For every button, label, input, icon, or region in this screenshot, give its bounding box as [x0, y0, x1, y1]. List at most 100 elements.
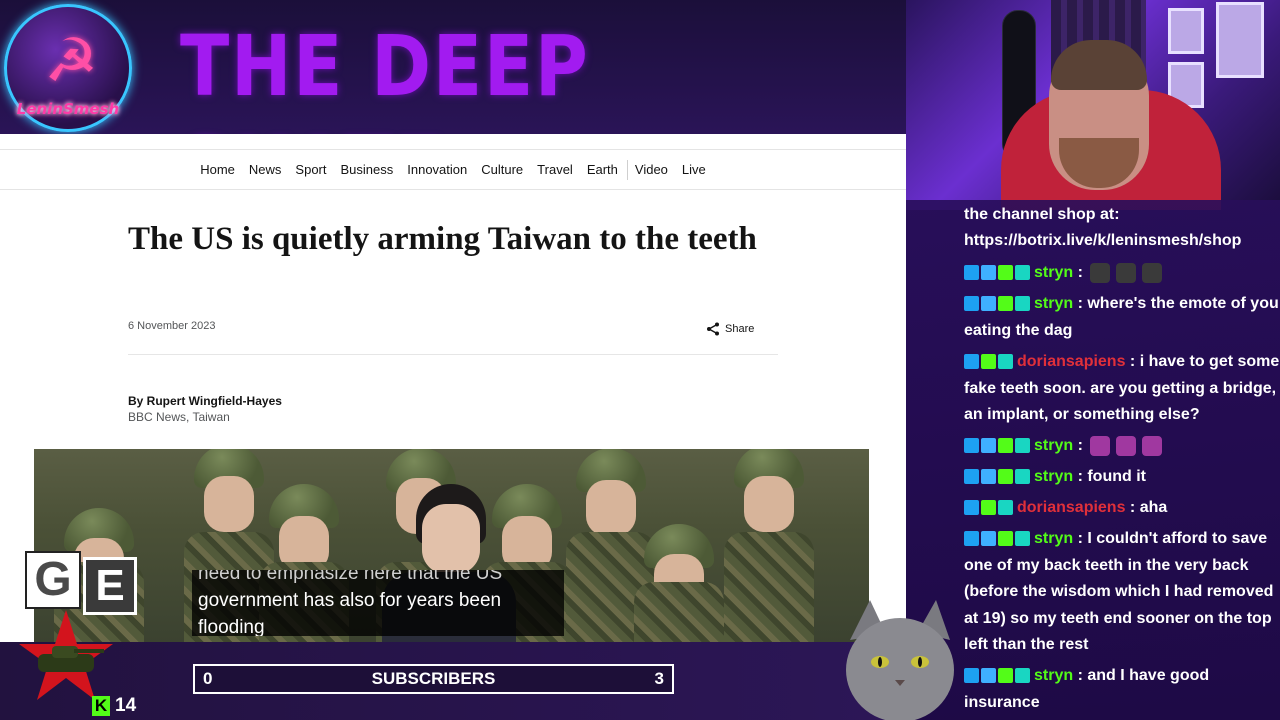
- streamer: [1001, 30, 1221, 210]
- nav-item-innovation[interactable]: Innovation: [400, 162, 474, 177]
- chat-badges: [964, 469, 1030, 485]
- gift-badge-icon: [1015, 438, 1030, 454]
- chat-text: found it: [1087, 468, 1146, 485]
- photo-soldier: [634, 449, 724, 642]
- nav-item-business[interactable]: Business: [334, 162, 401, 177]
- pickaxe-badge-icon: [964, 354, 979, 370]
- cube-badge-icon: [981, 438, 996, 454]
- chat-separator: :: [1073, 264, 1088, 281]
- chat-separator: :: [1073, 295, 1088, 312]
- closed-caption-box: need to emphasize here that the US gover…: [192, 570, 564, 636]
- pickaxe-badge-icon: [964, 668, 979, 684]
- nav-item-video[interactable]: Video: [628, 162, 675, 177]
- caption-line: government has also for years been: [198, 590, 502, 611]
- nav-item-earth[interactable]: Earth: [580, 162, 625, 177]
- chat-message: stryn : found it: [964, 464, 1280, 491]
- gift-badge-icon: [998, 500, 1013, 516]
- nav-item-sport[interactable]: Sport: [288, 162, 333, 177]
- article-divider: [128, 354, 778, 355]
- pickaxe-badge-icon: [964, 469, 979, 485]
- chat-username[interactable]: stryn: [1034, 468, 1073, 485]
- sub-badge-icon: [998, 531, 1013, 547]
- pickaxe-badge-icon: [964, 296, 979, 312]
- sub-goal-label: SUBSCRIBERS: [371, 669, 496, 688]
- article-date: 6 November 2023: [128, 320, 216, 332]
- nav-item-news[interactable]: News: [242, 162, 289, 177]
- chat-separator: :: [1125, 353, 1140, 370]
- chat-separator: :: [1073, 530, 1088, 547]
- emote-icon: [1142, 435, 1163, 456]
- ge-badge-e: E: [83, 557, 137, 615]
- chat-separator: :: [1073, 437, 1088, 454]
- chat-badges: [964, 438, 1030, 454]
- sub-badge-icon: [998, 296, 1013, 312]
- ge-badge-g: G: [25, 551, 81, 609]
- chat-message: stryn :: [964, 260, 1280, 287]
- chat-message: stryn : I couldn't afford to save one of…: [964, 526, 1280, 659]
- cat-overlay-icon: [846, 600, 954, 720]
- cube-badge-icon: [981, 296, 996, 312]
- chat-username[interactable]: stryn: [1034, 437, 1073, 454]
- chat-message: stryn : and I have good insurance: [964, 663, 1280, 716]
- chat-badges: [964, 500, 1013, 516]
- chat-badges: [964, 296, 1030, 312]
- emote-icon: [1116, 435, 1137, 456]
- emote-icon: [1090, 262, 1111, 283]
- chat-intro-line: the channel shop at:: [964, 206, 1120, 223]
- chat-username[interactable]: stryn: [1034, 667, 1073, 684]
- chat-username[interactable]: stryn: [1034, 530, 1073, 547]
- photo-soldier: [724, 449, 814, 642]
- chat-message: doriansapiens : aha: [964, 495, 1280, 522]
- gift-badge-icon: [1015, 265, 1030, 281]
- chat-badges: [964, 531, 1030, 547]
- sub-goal-start: 0: [203, 669, 213, 688]
- chat-separator: :: [1073, 468, 1088, 485]
- chat-username[interactable]: stryn: [1034, 295, 1073, 312]
- sub-badge-icon: [998, 668, 1013, 684]
- cube-badge-icon: [981, 668, 996, 684]
- chat-username[interactable]: doriansapiens: [1017, 499, 1125, 516]
- share-button[interactable]: Share: [706, 322, 754, 336]
- cube-badge-icon: [981, 469, 996, 485]
- nav-item-home[interactable]: Home: [193, 162, 242, 177]
- emote-icon: [1090, 435, 1111, 456]
- nav-item-live[interactable]: Live: [675, 162, 713, 177]
- sub-badge-icon: [998, 469, 1013, 485]
- chat-username[interactable]: stryn: [1034, 264, 1073, 281]
- site-nav: Home News Sport Business Innovation Cult…: [0, 150, 906, 190]
- logo-text: LeninSmesh: [16, 100, 120, 118]
- emote-icon: [1142, 262, 1163, 283]
- subscriber-goal-bar: 0 SUBSCRIBERS 3: [193, 664, 674, 694]
- webcam-feed: [906, 0, 1280, 210]
- gift-badge-icon: [1015, 531, 1030, 547]
- nav-item-travel[interactable]: Travel: [530, 162, 580, 177]
- chat-badges: [964, 265, 1030, 281]
- cube-badge-icon: [981, 265, 996, 281]
- chat-separator: :: [1073, 667, 1088, 684]
- sub-badge-icon: [998, 265, 1013, 281]
- cam-frame: [1216, 2, 1264, 78]
- red-star-tank-icon: [19, 610, 113, 700]
- article-byline-org: BBC News, Taiwan: [128, 410, 230, 424]
- chat-message: doriansapiens : i have to get some fake …: [964, 349, 1280, 429]
- cube-badge-icon: [981, 531, 996, 547]
- chat-username[interactable]: doriansapiens: [1017, 353, 1125, 370]
- caption-line: flooding: [198, 617, 265, 636]
- show-title: THE DEEP SKATE: [180, 17, 590, 219]
- article-byline: By Rupert Wingfield-Hayes: [128, 394, 282, 408]
- sub-badge-icon: [998, 438, 1013, 454]
- chat-message: stryn :: [964, 433, 1280, 460]
- gift-badge-icon: [1015, 296, 1030, 312]
- stream-overlay: ☭ LeninSmesh THE DEEP SKATE Home News Sp…: [0, 0, 1280, 720]
- pickaxe-badge-icon: [964, 500, 979, 516]
- pickaxe-badge-icon: [964, 531, 979, 547]
- nav-item-culture[interactable]: Culture: [474, 162, 530, 177]
- chat-intro-link: https://botrix.live/k/leninsmesh/shop: [964, 232, 1242, 249]
- caption-line: need to emphasize here that the US: [198, 570, 503, 584]
- share-icon: [707, 322, 719, 336]
- show-banner: ☭ LeninSmesh THE DEEP SKATE: [0, 0, 906, 219]
- sub-badge-icon: [981, 354, 996, 370]
- gift-badge-icon: [1015, 668, 1030, 684]
- share-label: Share: [725, 323, 755, 335]
- sub-goal-end: 3: [654, 669, 664, 688]
